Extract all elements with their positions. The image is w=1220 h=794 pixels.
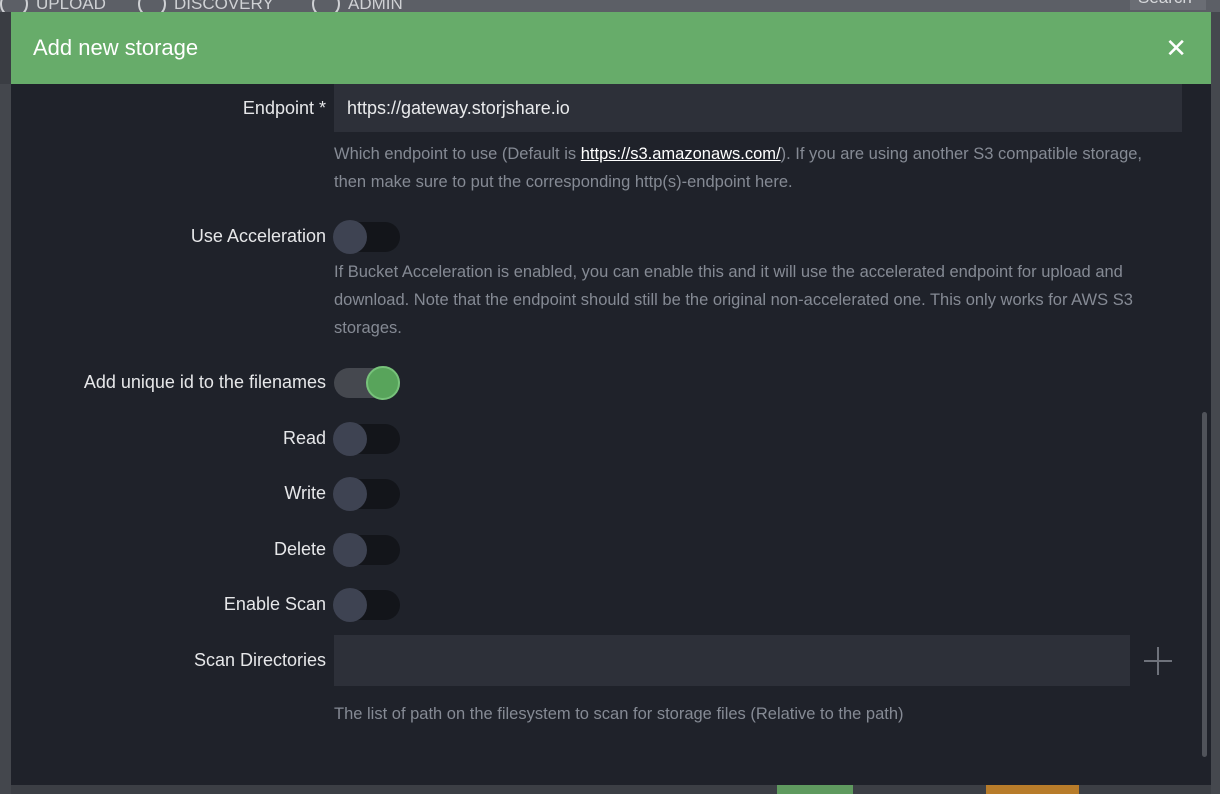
background-right-edge: [1210, 12, 1220, 794]
read-toggle[interactable]: [333, 422, 400, 456]
background-orange-chip: [986, 785, 1079, 794]
modal-header: Add new storage ✕: [11, 12, 1211, 84]
use-acceleration-toggle[interactable]: [333, 220, 400, 254]
nav-admin[interactable]: ADMIN: [312, 0, 403, 12]
toggle-knob: [333, 422, 367, 456]
toggle-knob: [333, 477, 367, 511]
unique-id-toggle[interactable]: [334, 366, 400, 400]
background-green-chip: [777, 785, 853, 794]
use-acceleration-label: Use Acceleration: [190, 226, 326, 246]
read-label: Read: [282, 428, 326, 448]
use-acceleration-help: If Bucket Acceleration is enabled, you c…: [334, 263, 1133, 337]
add-storage-modal: Add new storage ✕ Endpoint * https://gat…: [11, 12, 1211, 785]
nav-admin-label: ADMIN: [348, 0, 403, 12]
nav-upload-label: UPLOAD: [36, 0, 106, 12]
nav-discovery-label: DISCOVERY: [174, 0, 274, 12]
background-sidebar: [0, 84, 11, 794]
write-toggle[interactable]: [333, 477, 400, 511]
endpoint-help-pre: Which endpoint to use (Default is: [334, 145, 581, 163]
endpoint-help: Which endpoint to use (Default is https:…: [334, 140, 1174, 196]
toggle-knob: [333, 220, 367, 254]
toggle-knob: [366, 366, 400, 400]
modal-scrollbar[interactable]: [1202, 412, 1207, 757]
close-icon[interactable]: ✕: [1165, 35, 1187, 61]
toggle-knob: [333, 533, 367, 567]
toggle-knob: [333, 588, 367, 622]
scan-directories-input[interactable]: [334, 635, 1130, 686]
delete-toggle[interactable]: [333, 533, 400, 567]
unique-id-label: Add unique id to the filenames: [83, 372, 326, 392]
default-endpoint-link[interactable]: https://s3.amazonaws.com/: [581, 145, 781, 163]
background-topbar: UPLOAD DISCOVERY ADMIN Search: [0, 0, 1220, 12]
endpoint-field[interactable]: https://gateway.storjshare.io: [334, 84, 1182, 132]
endpoint-label: Endpoint *: [242, 98, 326, 118]
upload-icon: [0, 0, 28, 12]
nav-upload[interactable]: UPLOAD: [0, 0, 106, 12]
modal-title: Add new storage: [33, 35, 199, 60]
search-button[interactable]: Search: [1130, 0, 1206, 10]
scan-directories-label: Scan Directories: [193, 650, 326, 670]
nav-discovery[interactable]: DISCOVERY: [138, 0, 274, 12]
plus-icon[interactable]: [1143, 646, 1173, 676]
enable-scan-toggle[interactable]: [333, 588, 400, 622]
scan-directories-help: The list of path on the filesystem to sc…: [334, 705, 904, 723]
enable-scan-label: Enable Scan: [223, 594, 326, 614]
compass-icon: [138, 0, 166, 12]
delete-label: Delete: [273, 539, 326, 559]
background-bottom: [11, 785, 1211, 794]
write-label: Write: [284, 483, 326, 503]
gear-icon: [312, 0, 340, 12]
